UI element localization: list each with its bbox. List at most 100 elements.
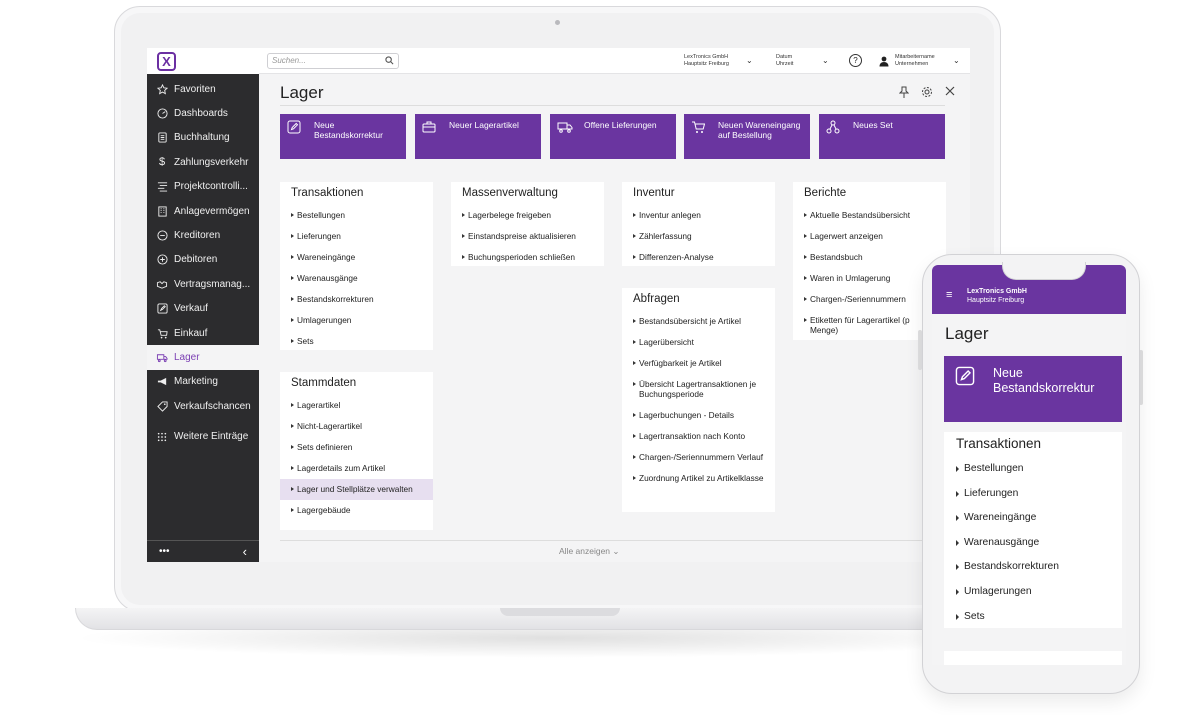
- sidebar-item-favoriten[interactable]: Favoriten: [147, 77, 259, 101]
- link-inventur-anlegen[interactable]: Inventur anlegen: [622, 205, 775, 226]
- tile-offene-lieferungen[interactable]: Offene Lieferungen: [550, 114, 676, 159]
- main-content: Lager Neue Bestandskorrektur Neuer Lager…: [259, 74, 970, 562]
- tile-label: Neuen Wareneingang auf Bestellung: [718, 120, 801, 140]
- link-lagertransaktionen[interactable]: Übersicht Lagertransaktionen je Buchungs…: [622, 374, 775, 405]
- laptop-screen: X Favoriten Dashboards Buchhaltung $ Zah…: [147, 48, 970, 562]
- date-time-display[interactable]: Datum Uhrzeit: [776, 54, 793, 68]
- chevron-down-icon[interactable]: ⌄: [953, 56, 960, 65]
- user-name: Mitarbeitername: [895, 54, 935, 60]
- sidebar-item-lager[interactable]: Lager: [147, 345, 259, 370]
- sidebar-item-anlagevermoegen[interactable]: Anlagevermögen: [147, 199, 259, 223]
- sidebar-item-buchhaltung[interactable]: Buchhaltung: [147, 126, 259, 150]
- panel-title: Transaktionen: [291, 187, 364, 199]
- link-lagerbuchungen[interactable]: Lagerbuchungen - Details: [622, 405, 775, 426]
- link-bestandskorrekturen[interactable]: Bestandskorrekturen: [280, 289, 433, 310]
- collapse-sidebar-button[interactable]: ‹: [243, 544, 247, 559]
- sidebar-item-kreditoren[interactable]: Kreditoren: [147, 223, 259, 247]
- quick-action-tiles: Neue Bestandskorrektur Neuer Lagerartike…: [280, 114, 946, 160]
- link-lieferungen[interactable]: Lieferungen: [944, 482, 1122, 507]
- tile-label: Neue Bestandskorrektur: [993, 366, 1095, 395]
- link-bestandsuebersicht[interactable]: Bestandsübersicht je Artikel: [622, 311, 775, 332]
- link-sets[interactable]: Sets: [944, 605, 1122, 630]
- search-input[interactable]: Suchen...: [267, 53, 399, 69]
- link-lageruebersicht[interactable]: Lagerübersicht: [622, 332, 775, 353]
- gear-icon[interactable]: [921, 86, 933, 101]
- sidebar-item-verkaufschancen[interactable]: Verkaufschancen: [147, 394, 259, 418]
- sidebar-item-label: Lager: [174, 351, 200, 363]
- link-lagergebaeude[interactable]: Lagergebäude: [280, 500, 433, 521]
- link-umlagerungen[interactable]: Umlagerungen: [280, 310, 433, 331]
- sidebar-item-label: Buchhaltung: [174, 132, 230, 144]
- tile-neue-bestandskorrektur[interactable]: Neue Bestandskorrektur: [280, 114, 406, 159]
- sidebar-footer: ••• ‹: [147, 540, 259, 562]
- link-einstandspreise[interactable]: Einstandspreise aktualisieren: [451, 226, 604, 247]
- sidebar-item-label: Vertragsmanag...: [174, 278, 251, 290]
- sidebar-item-vertragsmanagement[interactable]: Vertragsmanag...: [147, 272, 259, 296]
- link-differenzen-analyse[interactable]: Differenzen-Analyse: [622, 247, 775, 268]
- link-lieferungen[interactable]: Lieferungen: [280, 226, 433, 247]
- phone-company[interactable]: LexTronics GmbH Hauptsitz Freiburg: [967, 287, 1027, 305]
- dollar-icon: $: [158, 156, 166, 169]
- panel-inventur: Inventur Inventur anlegen Zählerfassung …: [622, 182, 775, 266]
- search-icon[interactable]: [385, 56, 394, 70]
- link-wareneingaenge[interactable]: Wareneingänge: [944, 506, 1122, 531]
- sidebar-item-debitoren[interactable]: Debitoren: [147, 248, 259, 272]
- link-umlagerungen[interactable]: Umlagerungen: [944, 580, 1122, 605]
- company-selector[interactable]: LexTronics GmbH Hauptsitz Freiburg: [684, 54, 729, 68]
- link-warenausgaenge[interactable]: Warenausgänge: [280, 268, 433, 289]
- link-buchungsperioden[interactable]: Buchungsperioden schließen: [451, 247, 604, 268]
- link-bestellungen[interactable]: Bestellungen: [280, 205, 433, 226]
- sidebar-item-dashboards[interactable]: Dashboards: [147, 101, 259, 125]
- panel-title: Berichte: [804, 187, 847, 199]
- app-logo[interactable]: X: [157, 52, 176, 71]
- link-sets[interactable]: Sets: [280, 331, 433, 352]
- sidebar-item-label: Projektcontrolli...: [174, 181, 248, 193]
- link-zuordnung-artikel[interactable]: Zuordnung Artikel zu Artikelklasse: [622, 468, 775, 489]
- chevron-down-icon[interactable]: ⌄: [746, 56, 753, 65]
- phone-panel-transaktionen: Transaktionen Bestellungen Lieferungen W…: [944, 432, 1122, 628]
- close-icon[interactable]: [945, 86, 955, 101]
- link-chargen-verlauf[interactable]: Chargen-/Seriennummern Verlauf: [622, 447, 775, 468]
- edit-icon: [955, 366, 975, 386]
- tile-neuer-lagerartikel[interactable]: Neuer Lagerartikel: [415, 114, 541, 159]
- link-wareneingaenge[interactable]: Wareneingänge: [280, 247, 433, 268]
- panel-title: Transaktionen: [956, 436, 1042, 451]
- pin-icon[interactable]: [898, 86, 910, 101]
- link-verfuegbarkeit[interactable]: Verfügbarkeit je Artikel: [622, 353, 775, 374]
- link-lagerbelege-freigeben[interactable]: Lagerbelege freigeben: [451, 205, 604, 226]
- truck-icon: [557, 120, 573, 134]
- link-zaehlerfassung[interactable]: Zählerfassung: [622, 226, 775, 247]
- link-lagerwert[interactable]: Lagerwert anzeigen: [793, 226, 946, 247]
- sidebar-item-einkauf[interactable]: Einkauf: [147, 321, 259, 345]
- link-warenausgaenge[interactable]: Warenausgänge: [944, 531, 1122, 556]
- link-bestandsbuch[interactable]: Bestandsbuch: [793, 247, 946, 268]
- chevron-down-icon[interactable]: ⌄: [822, 56, 829, 65]
- link-bestellungen[interactable]: Bestellungen: [944, 457, 1122, 482]
- show-all-button[interactable]: Alle anzeigen ⌄: [559, 546, 620, 557]
- sidebar-item-label: Einkauf: [174, 327, 208, 339]
- company-name: LexTronics GmbH: [684, 54, 729, 60]
- more-options-button[interactable]: •••: [159, 546, 170, 557]
- sidebar-item-marketing[interactable]: Marketing: [147, 370, 259, 394]
- link-lagertransaktion-konto[interactable]: Lagertransaktion nach Konto: [622, 426, 775, 447]
- star-icon: [156, 83, 168, 95]
- phone-tile-neue-bestandskorrektur[interactable]: Neue Bestandskorrektur: [944, 356, 1122, 422]
- link-sets-definieren[interactable]: Sets definieren: [280, 437, 433, 458]
- link-lagerdetails[interactable]: Lagerdetails zum Artikel: [280, 458, 433, 479]
- help-icon[interactable]: ?: [849, 54, 862, 67]
- tile-neues-set[interactable]: Neues Set: [819, 114, 945, 159]
- tile-neuen-wareneingang[interactable]: Neuen Wareneingang auf Bestellung: [684, 114, 810, 159]
- link-lagerartikel[interactable]: Lagerartikel: [280, 395, 433, 416]
- link-lager-stellplaetze[interactable]: Lager und Stellplätze verwalten: [280, 479, 433, 500]
- link-nicht-lagerartikel[interactable]: Nicht-Lagerartikel: [280, 416, 433, 437]
- company-location: Hauptsitz Freiburg: [967, 297, 1025, 304]
- sidebar-item-projektcontrolling[interactable]: Projektcontrolli...: [147, 175, 259, 199]
- hamburger-menu-icon[interactable]: ≡: [946, 289, 952, 301]
- sidebar-item-zahlungsverkehr[interactable]: $ Zahlungsverkehr: [147, 150, 259, 174]
- sidebar-item-label: Favoriten: [174, 83, 216, 95]
- sidebar-item-more[interactable]: Weitere Einträge: [147, 424, 259, 448]
- sidebar-item-verkauf[interactable]: Verkauf: [147, 297, 259, 321]
- sidebar: X Favoriten Dashboards Buchhaltung $ Zah…: [147, 48, 259, 562]
- link-bestandskorrekturen[interactable]: Bestandskorrekturen: [944, 555, 1122, 580]
- link-aktuelle-bestandsuebersicht[interactable]: Aktuelle Bestandsübersicht: [793, 205, 946, 226]
